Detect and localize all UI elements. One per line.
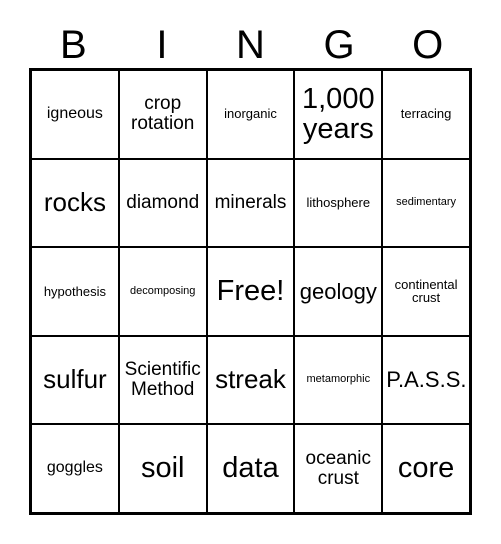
bingo-cell-label: metamorphic xyxy=(306,373,371,386)
bingo-cell-label: continental crust xyxy=(394,276,458,306)
bingo-row: hypothesis decomposing Free! geology con… xyxy=(32,246,469,335)
bingo-cell[interactable]: core xyxy=(381,425,469,512)
bingo-cell[interactable]: streak xyxy=(205,336,294,424)
header-letter-text: N xyxy=(236,22,265,67)
bingo-cell[interactable]: minerals xyxy=(205,159,294,247)
bingo-cell-label: decomposing xyxy=(129,284,196,297)
header-letter-text: B xyxy=(59,22,87,67)
bingo-row: rocks diamond minerals lithosphere sedim… xyxy=(32,157,469,247)
bingo-cell-label: rocks xyxy=(43,187,106,218)
bingo-cell-label: Scientific Method xyxy=(124,358,201,401)
bingo-header-letter-b: B xyxy=(29,21,118,68)
bingo-cell[interactable]: metamorphic xyxy=(293,336,381,424)
bingo-cell-label: 1,000 years xyxy=(302,82,375,146)
bingo-cell-label: terracing xyxy=(400,106,452,122)
bingo-cell[interactable]: igneous xyxy=(32,71,118,158)
bingo-cell-label: streak xyxy=(215,364,286,395)
bingo-header-letter-g: G xyxy=(295,21,384,68)
bingo-cell-label: data xyxy=(222,452,279,485)
bingo-cell[interactable]: soil xyxy=(117,425,206,512)
header-letter-text: G xyxy=(323,22,355,67)
bingo-cell[interactable]: crop rotation xyxy=(117,71,206,158)
bingo-cell[interactable]: terracing xyxy=(381,71,469,158)
header-letter-text: O xyxy=(412,22,444,67)
bingo-cell-label: soil xyxy=(140,452,185,485)
bingo-cell[interactable]: lithosphere xyxy=(293,159,381,247)
bingo-cell[interactable]: decomposing xyxy=(117,248,206,335)
bingo-cell[interactable]: P.A.S.S. xyxy=(381,336,469,424)
bingo-cell[interactable]: diamond xyxy=(117,159,206,247)
bingo-free-space-label: Free! xyxy=(216,275,285,308)
bingo-cell-label: igneous xyxy=(46,104,103,122)
bingo-cell-free-space[interactable]: Free! xyxy=(205,248,294,335)
bingo-cell-label: sedimentary xyxy=(396,196,457,209)
bingo-header-letter-i: I xyxy=(118,21,207,68)
bingo-cell-label: crop rotation xyxy=(131,93,195,135)
bingo-cell[interactable]: geology xyxy=(293,248,381,335)
bingo-row: sulfur Scientific Method streak metamorp… xyxy=(32,334,469,424)
header-letter-text: I xyxy=(156,22,168,67)
bingo-cell[interactable]: goggles xyxy=(32,425,118,512)
bingo-row: igneous crop rotation inorganic 1,000 ye… xyxy=(32,71,469,158)
bingo-cell-label: core xyxy=(397,452,455,485)
bingo-cell-label: minerals xyxy=(214,191,287,213)
bingo-cell-label: P.A.S.S. xyxy=(386,367,467,393)
bingo-cell-label: hypothesis xyxy=(43,283,106,299)
bingo-cell[interactable]: 1,000 years xyxy=(293,71,381,158)
bingo-cell-label: inorganic xyxy=(224,106,277,122)
bingo-card: B I N G O igneous crop rotation inorgani… xyxy=(0,0,501,544)
bingo-cell[interactable]: rocks xyxy=(32,160,118,247)
bingo-cell-label: diamond xyxy=(126,191,200,213)
bingo-cell-label: geology xyxy=(299,278,377,304)
bingo-cell[interactable]: hypothesis xyxy=(32,248,118,335)
bingo-cell-label: goggles xyxy=(46,459,103,477)
bingo-cell[interactable]: sulfur xyxy=(32,337,118,424)
bingo-cell[interactable]: data xyxy=(205,425,294,512)
bingo-header-letter-o: O xyxy=(383,21,472,68)
bingo-cell[interactable]: inorganic xyxy=(205,71,294,158)
bingo-row: goggles soil data oceanic crust core xyxy=(32,423,469,512)
bingo-header-letter-n: N xyxy=(206,21,295,68)
bingo-header-row: B I N G O xyxy=(29,21,472,68)
bingo-cell[interactable]: oceanic crust xyxy=(293,425,381,512)
bingo-cell[interactable]: continental crust xyxy=(381,248,469,335)
bingo-cell-label: lithosphere xyxy=(306,195,371,210)
bingo-cell[interactable]: sedimentary xyxy=(381,159,469,247)
bingo-cell-label: oceanic crust xyxy=(305,447,372,489)
bingo-grid: igneous crop rotation inorganic 1,000 ye… xyxy=(29,68,472,515)
bingo-cell-label: sulfur xyxy=(43,364,107,395)
bingo-cell[interactable]: Scientific Method xyxy=(117,336,206,424)
